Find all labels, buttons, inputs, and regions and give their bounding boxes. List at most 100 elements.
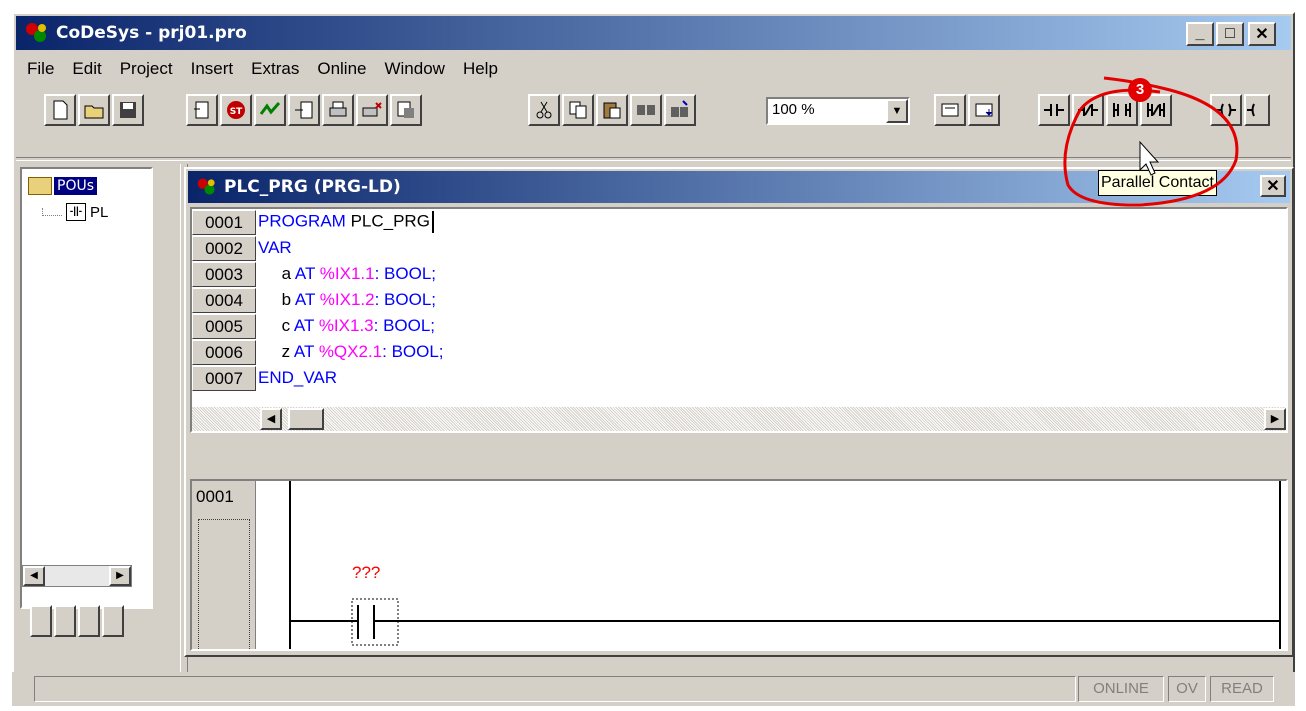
contact-variable-label[interactable]: ??? xyxy=(352,563,380,583)
status-bar: ONLINE OV READ xyxy=(12,672,1295,706)
status-read: READ xyxy=(1210,676,1274,702)
pou-icon xyxy=(196,176,218,198)
save-icon[interactable] xyxy=(112,94,144,126)
find-next-icon[interactable] xyxy=(630,94,662,126)
tree-connector xyxy=(42,208,62,216)
negated-contact-icon[interactable] xyxy=(1072,94,1104,126)
organizer-tabs xyxy=(30,605,124,637)
zoom-value: 100 % xyxy=(772,101,815,118)
keyword: VAR xyxy=(258,238,292,257)
paste-icon[interactable] xyxy=(596,94,628,126)
tooltip: Parallel Contact xyxy=(1098,170,1217,196)
menu-project[interactable]: Project xyxy=(111,59,182,79)
status-online: ONLINE xyxy=(1078,676,1164,702)
printer-icon[interactable] xyxy=(322,94,354,126)
tree-child-label: PL xyxy=(90,203,109,221)
tab-data-types[interactable] xyxy=(54,605,76,637)
object-organizer: POUs -||- PL xyxy=(20,167,153,609)
menu-edit[interactable]: Edit xyxy=(63,59,110,79)
var-type: : BOOL; xyxy=(382,342,444,361)
address: %QX2.1 xyxy=(318,342,383,361)
network-after-icon[interactable] xyxy=(968,94,1000,126)
tab-visualizations[interactable] xyxy=(78,605,100,637)
scroll-thumb[interactable] xyxy=(288,408,324,430)
login-icon[interactable] xyxy=(254,94,286,126)
find-icon[interactable] xyxy=(390,94,422,126)
scroll-right-icon[interactable]: ▶ xyxy=(1264,408,1286,430)
ladder-editor[interactable]: 0001 ??? xyxy=(190,479,1288,651)
code-line: 0006 z AT %QX2.1: BOOL; xyxy=(192,339,444,365)
scroll-left-icon[interactable]: ◀ xyxy=(23,566,45,586)
menu-file[interactable]: File xyxy=(18,59,63,79)
set-coil-icon[interactable] xyxy=(1244,94,1270,126)
tab-pous[interactable] xyxy=(30,605,52,637)
var-type: : BOOL; xyxy=(374,264,437,283)
menu-window[interactable]: Window xyxy=(375,59,453,79)
at-keyword: AT xyxy=(294,264,316,283)
var-name: c xyxy=(281,316,291,335)
ladder-pou-icon: -||- xyxy=(66,203,86,221)
declaration-editor[interactable]: 0001 PROGRAM PLC_PRG 0002 VAR 0003 a AT … xyxy=(190,207,1288,433)
at-keyword: AT xyxy=(293,342,315,361)
var-name: b xyxy=(281,290,292,309)
line-number: 0007 xyxy=(192,365,256,391)
tab-resources[interactable] xyxy=(102,605,124,637)
scroll-right-icon[interactable]: ▶ xyxy=(109,566,131,586)
code-line: 0002 VAR xyxy=(192,235,292,261)
print-delete-icon[interactable] xyxy=(356,94,388,126)
zoom-dropdown[interactable]: 100 % ▼ xyxy=(766,97,910,125)
organizer-hscrollbar[interactable]: ◀ ▶ xyxy=(22,565,132,587)
copy-icon[interactable] xyxy=(562,94,594,126)
keyword: PROGRAM xyxy=(258,211,346,231)
line-number: 0003 xyxy=(192,261,256,287)
code-text: PLC_PRG xyxy=(345,211,430,231)
status-ov: OV xyxy=(1168,676,1206,702)
address: %IX1.3 xyxy=(318,316,374,335)
menu-insert[interactable]: Insert xyxy=(182,59,243,79)
menu-extras[interactable]: Extras xyxy=(242,59,308,79)
scroll-left-icon[interactable]: ◀ xyxy=(260,408,282,430)
folder-icon xyxy=(28,177,52,195)
code-line: 0005 c AT %IX1.3: BOOL; xyxy=(192,313,435,339)
build-icon[interactable] xyxy=(186,94,218,126)
window-title: CoDeSys - prj01.pro xyxy=(56,23,247,43)
new-file-icon[interactable] xyxy=(44,94,76,126)
code-line: 0007 END_VAR xyxy=(192,365,337,391)
codesys-app-icon xyxy=(24,20,50,46)
menu-online[interactable]: Online xyxy=(308,59,375,79)
menu-bar: File Edit Project Insert Extras Online W… xyxy=(18,54,507,84)
toolbar: ST 100 % ▼ xyxy=(18,91,1289,131)
title-bar[interactable]: CoDeSys - prj01.pro _ □ ✕ xyxy=(16,16,1291,50)
chevron-down-icon[interactable]: ▼ xyxy=(886,99,908,123)
minimize-button[interactable]: _ xyxy=(1186,22,1214,46)
maximize-button[interactable]: □ xyxy=(1216,22,1244,46)
code-line: 0001 PROGRAM PLC_PRG xyxy=(192,209,434,235)
network-before-icon[interactable] xyxy=(934,94,966,126)
replace-icon[interactable] xyxy=(664,94,696,126)
line-number: 0002 xyxy=(192,235,256,261)
tree-item-plc-prg[interactable]: -||- PL xyxy=(42,203,108,221)
editor-title: PLC_PRG (PRG-LD) xyxy=(224,177,401,197)
line-number: 0005 xyxy=(192,313,256,339)
menu-help[interactable]: Help xyxy=(454,59,507,79)
close-button[interactable]: ✕ xyxy=(1248,22,1276,46)
declaration-hscrollbar[interactable]: ◀ ▶ xyxy=(192,407,1286,431)
open-folder-icon[interactable] xyxy=(78,94,110,126)
cut-icon[interactable] xyxy=(528,94,560,126)
coil-icon[interactable] xyxy=(1210,94,1242,126)
stop-icon[interactable]: ST xyxy=(220,94,252,126)
line-number: 0006 xyxy=(192,339,256,365)
editor-close-button[interactable]: ✕ xyxy=(1260,175,1286,197)
text-caret xyxy=(431,211,434,233)
code-line: 0003 a AT %IX1.1: BOOL; xyxy=(192,261,436,287)
status-message xyxy=(34,676,1076,702)
keyword: END_VAR xyxy=(258,368,338,387)
var-name: a xyxy=(281,264,292,283)
address: %IX1.1 xyxy=(319,264,375,283)
contact-icon[interactable] xyxy=(1038,94,1070,126)
toolbar-separator xyxy=(16,157,1291,161)
tree-root-label: POUs xyxy=(54,177,98,195)
insert-icon[interactable] xyxy=(288,94,320,126)
line-number: 0001 xyxy=(192,209,256,235)
tree-item-pous[interactable]: POUs xyxy=(28,177,98,195)
